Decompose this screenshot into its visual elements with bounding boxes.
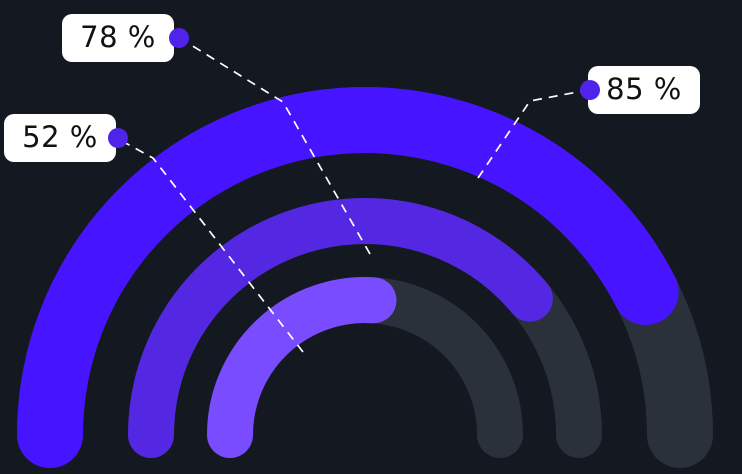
value-label-52: 52 % xyxy=(4,114,128,162)
inner-ring-bar xyxy=(207,277,397,458)
value-label-text: 78 % xyxy=(80,20,156,54)
value-label-78: 78 % xyxy=(62,14,189,62)
value-label-text: 52 % xyxy=(22,120,98,154)
value-dot xyxy=(580,80,600,100)
value-label-text: 85 % xyxy=(606,72,682,106)
radial-percentage-chart: 85 % 78 % 52 % xyxy=(4,14,713,468)
value-dot xyxy=(169,28,189,48)
value-label-85: 85 % xyxy=(580,66,700,114)
value-dot xyxy=(108,128,128,148)
